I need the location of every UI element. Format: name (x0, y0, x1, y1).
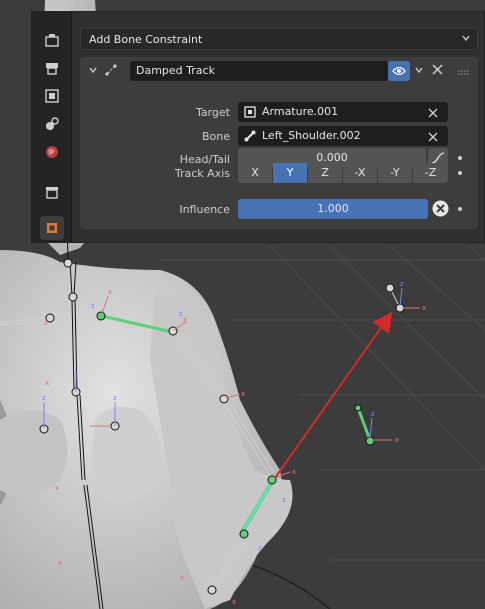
add-bone-constraint-dropdown[interactable]: Add Bone Constraint (80, 28, 478, 50)
damped-track-arrow (274, 311, 393, 479)
target-label: Target (195, 106, 230, 119)
clear-bone-icon[interactable] (428, 129, 442, 143)
svg-text:z: z (282, 496, 286, 504)
constraint-name-field[interactable]: Damped Track (130, 61, 388, 81)
armature-object-icon (244, 105, 256, 125)
svg-text:z: z (44, 319, 48, 327)
svg-text:x: x (55, 484, 59, 492)
svg-text:z: z (113, 394, 117, 402)
clear-target-icon[interactable] (428, 105, 442, 119)
chevron-down-icon (461, 33, 471, 46)
collection-icon[interactable] (40, 180, 64, 204)
svg-text:x: x (241, 390, 245, 398)
object-icon[interactable] (40, 216, 64, 240)
world-icon[interactable] (40, 140, 64, 164)
view-layer-icon[interactable] (40, 112, 64, 136)
track-axis-y-button[interactable]: Y (273, 163, 307, 183)
track-axis-neg-z-button[interactable]: -Z (413, 163, 448, 183)
tool-icon[interactable] (40, 28, 64, 52)
svg-text:x: x (183, 316, 187, 324)
disable-keep-transform-icon[interactable] (432, 200, 449, 220)
influence-value: 1.000 (317, 202, 349, 215)
damped-track-constraint-icon (104, 63, 118, 80)
target-value: Armature.001 (262, 105, 339, 118)
bone-field[interactable]: Left_Shoulder.002 (238, 126, 448, 146)
influence-keyframe-dot[interactable] (458, 207, 462, 211)
collapse-chevron-icon[interactable] (88, 65, 98, 78)
visibility-eye-icon[interactable] (388, 61, 410, 81)
properties-tab-bar (32, 12, 72, 242)
svg-text:x: x (422, 304, 426, 312)
head-tail-label: Head/Tail (179, 153, 230, 166)
target-field[interactable]: Armature.001 (238, 102, 448, 122)
damped-track-constraint-panel: Damped Track Target Armature.001 Bone Le… (80, 57, 478, 229)
drag-handle-icon[interactable] (458, 66, 470, 79)
track-axis-label: Track Axis (174, 167, 230, 180)
svg-text:x: x (45, 379, 49, 387)
head-tail-keyframe-dot[interactable] (458, 156, 462, 160)
svg-text:z: z (179, 310, 183, 318)
influence-label: Influence (179, 203, 230, 216)
properties-content: Add Bone Constraint Damped Track Target … (72, 12, 484, 242)
track-axis-x-button[interactable]: X (238, 163, 272, 183)
svg-text:z: z (42, 394, 46, 402)
svg-text:z: z (371, 410, 375, 418)
svg-text:z: z (258, 544, 262, 552)
svg-text:x: x (108, 288, 112, 296)
svg-text:x: x (395, 436, 399, 444)
svg-text:x: x (180, 574, 184, 582)
bone-icon (244, 129, 256, 149)
render-icon[interactable] (40, 56, 64, 80)
svg-text:z: z (91, 302, 95, 310)
delete-constraint-icon[interactable] (432, 64, 443, 78)
track-axis-z-button[interactable]: Z (308, 163, 342, 183)
svg-text:z: z (400, 280, 404, 288)
constraint-header: Damped Track (80, 57, 478, 83)
properties-editor: Add Bone Constraint Damped Track Target … (31, 11, 485, 243)
svg-text:x: x (232, 598, 236, 606)
constraint-menu-chevron-icon[interactable] (414, 65, 424, 78)
influence-slider[interactable]: 1.000 (238, 199, 428, 219)
svg-text:x: x (292, 468, 296, 476)
bone-value: Left_Shoulder.002 (262, 129, 361, 142)
track-axis-keyframe-dot[interactable] (458, 171, 462, 175)
track-axis-neg-x-button[interactable]: -X (343, 163, 377, 183)
bone-label: Bone (201, 130, 230, 143)
output-icon[interactable] (40, 84, 64, 108)
track-axis-neg-y-button[interactable]: -Y (378, 163, 412, 183)
add-bone-constraint-label: Add Bone Constraint (89, 32, 203, 46)
svg-text:x: x (58, 559, 62, 567)
